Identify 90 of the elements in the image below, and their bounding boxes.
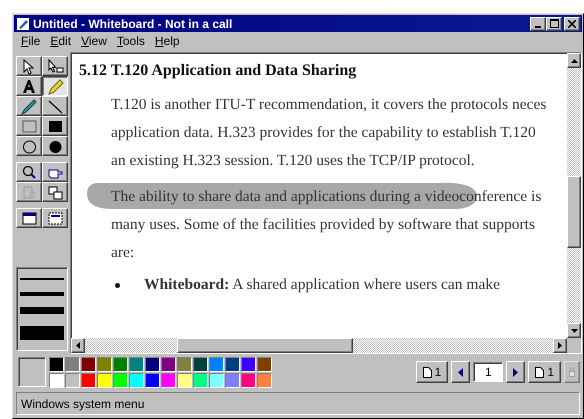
previous-page-button[interactable] <box>451 361 470 383</box>
lock-icon <box>569 367 575 377</box>
menu-item[interactable]: Help <box>150 34 185 48</box>
color-swatch[interactable] <box>65 372 80 388</box>
scroll-right-button[interactable] <box>553 338 567 353</box>
scrollbar-thumb[interactable] <box>567 176 581 248</box>
line-width-option[interactable] <box>20 307 64 314</box>
close-button[interactable] <box>564 16 580 30</box>
color-swatch[interactable] <box>145 356 160 372</box>
line-width-option[interactable] <box>20 292 64 296</box>
color-swatch[interactable] <box>161 372 176 388</box>
left-arrow-icon <box>458 368 464 376</box>
document-text: an existing H.323 session. T.120 uses the TCP/IP protocol. <box>111 152 475 169</box>
bullet-text: Whiteboard: A shared application where users can make <box>144 275 500 295</box>
right-arrow-icon <box>513 368 518 376</box>
menu-item[interactable]: Edit <box>45 34 76 48</box>
magnifier-icon <box>20 164 38 180</box>
color-swatch[interactable] <box>129 356 144 372</box>
letter-a-icon <box>20 78 38 94</box>
left-arrow-icon <box>76 342 80 349</box>
color-swatch[interactable] <box>145 372 160 388</box>
close-icon <box>568 20 576 28</box>
right-arrow-icon <box>558 342 562 349</box>
current-color-swatch <box>18 357 46 387</box>
line-width-option[interactable] <box>20 326 64 340</box>
color-swatch[interactable] <box>209 356 224 372</box>
color-swatch[interactable] <box>97 372 112 388</box>
insert-page-button[interactable]: 1 <box>528 361 561 383</box>
line-width-option[interactable] <box>20 278 64 280</box>
color-swatch[interactable] <box>257 356 272 372</box>
minimize-icon <box>535 26 541 28</box>
scrollbar-thumb[interactable] <box>177 338 353 353</box>
color-swatch[interactable] <box>177 356 192 372</box>
line-icon <box>46 98 64 114</box>
document-text: many uses. Some of the facilities provided by software that supports <box>111 216 536 233</box>
down-arrow-icon <box>570 328 578 332</box>
color-swatch[interactable] <box>193 372 208 388</box>
menu-item[interactable]: File <box>16 34 46 48</box>
arrow-cursor-icon <box>46 58 64 74</box>
rectangle-icon <box>20 118 38 134</box>
color-swatch[interactable] <box>209 372 224 388</box>
document-text: are: <box>111 244 134 261</box>
page-icon <box>535 366 544 378</box>
color-swatch[interactable] <box>225 356 240 372</box>
color-swatch[interactable] <box>193 356 208 372</box>
window-icon <box>20 210 38 226</box>
color-swatch[interactable] <box>97 356 112 372</box>
minimize-button[interactable] <box>530 16 546 30</box>
vertical-scrollbar[interactable] <box>567 53 581 338</box>
document-text: application data. H.323 provides for the capability to establish T.120 <box>111 124 536 141</box>
page-number-field[interactable]: 1 <box>473 362 504 382</box>
color-swatch[interactable] <box>49 372 64 388</box>
color-swatch[interactable] <box>113 356 128 372</box>
maximize-button[interactable] <box>546 16 562 30</box>
windows-icon <box>46 184 64 200</box>
next-page-button[interactable] <box>506 361 526 383</box>
color-swatch[interactable] <box>241 372 256 388</box>
color-swatch[interactable] <box>129 372 144 388</box>
color-swatch[interactable] <box>225 372 240 388</box>
color-swatch[interactable] <box>177 372 192 388</box>
menu-item[interactable]: Tools <box>112 34 150 48</box>
window-icon <box>46 210 64 226</box>
pen-icon <box>20 98 38 114</box>
maximize-icon <box>550 19 558 28</box>
tool-button[interactable] <box>42 76 68 96</box>
app-icon[interactable] <box>16 16 30 30</box>
scroll-up-button[interactable] <box>567 53 581 68</box>
scrollbar-corner <box>567 338 581 353</box>
menu-item[interactable]: View <box>76 34 112 48</box>
color-swatch[interactable] <box>257 372 272 388</box>
up-arrow-icon <box>570 58 578 62</box>
color-swatch[interactable] <box>161 356 176 372</box>
color-swatch[interactable] <box>113 372 128 388</box>
horizontal-scrollbar[interactable] <box>71 338 581 353</box>
document-heading: 5.12 T.120 Application and Data Sharing <box>79 61 358 81</box>
scroll-down-button[interactable] <box>567 323 581 338</box>
insert-page-button[interactable]: 1 <box>416 361 448 383</box>
color-swatch[interactable] <box>241 356 256 372</box>
highlighter-icon <box>46 78 64 94</box>
color-swatch[interactable] <box>65 356 80 372</box>
document-text: T.120 is another ITU-T recommendation, it covers the protocols neces <box>111 96 546 113</box>
bullet-icon <box>115 282 120 288</box>
window-title: Untitled - Whiteboard - Not in a call <box>33 16 234 30</box>
color-swatch[interactable] <box>81 372 96 388</box>
circle-icon <box>20 138 38 154</box>
color-swatch[interactable] <box>49 356 64 372</box>
color-swatch[interactable] <box>81 356 96 372</box>
page-icon <box>422 366 432 378</box>
status-text: Windows system menu <box>21 396 146 410</box>
scroll-left-button[interactable] <box>71 338 85 353</box>
